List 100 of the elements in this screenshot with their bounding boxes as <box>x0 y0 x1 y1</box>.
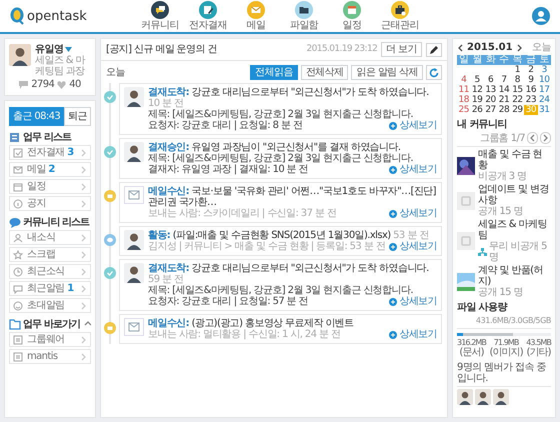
attendance-button[interactable]: 퇴근 <box>64 107 92 126</box>
calendar-day[interactable]: 21 <box>497 95 511 105</box>
list-item[interactable]: 내소식 <box>9 230 91 245</box>
weekday-label: 일 <box>457 55 470 65</box>
calendar-day[interactable]: 13 <box>484 85 498 95</box>
calendar-day[interactable]: 25 <box>457 105 470 115</box>
member-count: 비공개 3 명 <box>478 171 527 182</box>
calendar-day[interactable]: 23 <box>524 95 538 105</box>
nav-button[interactable]: 근태관리 <box>377 1 423 31</box>
calendar-day[interactable]: 15 <box>510 85 524 95</box>
usage-value: 43.5MB <box>526 338 551 347</box>
calendar-day[interactable]: 11 <box>457 85 470 95</box>
notification-text: 결재승인: 유일영 과장님이 "외근신청서"를 결재 하였습니다. <box>148 142 402 153</box>
section-title: 내 커뮤니티 <box>457 119 507 130</box>
calendar-day[interactable]: 27 <box>484 105 498 115</box>
member-count: 공개 15 명 <box>478 206 523 217</box>
weekday-label: 목 <box>510 55 524 65</box>
detail-link[interactable]: 상세보기 <box>389 296 437 307</box>
weekday-label: 금 <box>524 55 538 65</box>
calendar-day[interactable]: 28 <box>497 105 511 115</box>
community-name[interactable]: 업데이트 및 변경사항 <box>478 184 551 206</box>
usage-value: 316.2MB <box>457 338 486 347</box>
user-title: 세일즈 & 마케팅팀 과장 <box>35 55 86 77</box>
calendar-day[interactable]: 14 <box>497 85 511 95</box>
calendar-day[interactable]: 1 <box>510 65 524 75</box>
community-name[interactable]: 매출 및 수금 현황 <box>478 149 551 171</box>
comment-count: 2794 <box>31 79 54 90</box>
list-item[interactable]: 그룹웨어 <box>9 332 91 347</box>
nav-button[interactable]: 커뮤니티 <box>137 1 183 31</box>
member-count: 공개 15 명 <box>478 287 523 298</box>
detail-text: 제목: [세일즈&마케팅팀, 강균호] 2월 3일 현지출근 신청합니다. <box>148 285 413 296</box>
calendar-day[interactable]: 29 <box>510 105 524 115</box>
list-item[interactable]: 스크랩 <box>9 247 91 262</box>
community-name[interactable]: 계약 및 반품(허지) <box>478 265 551 287</box>
logo-text: opentask <box>27 10 87 22</box>
list-item[interactable]: mantis <box>9 349 91 364</box>
list-item[interactable]: 공지 <box>9 196 91 211</box>
usage-label: (기타) <box>526 348 551 358</box>
list-item[interactable]: 최근소식 <box>9 264 91 279</box>
calendar-day[interactable]: 3 <box>538 65 551 75</box>
nav-button[interactable]: 전자결재 <box>185 1 231 31</box>
nav-button[interactable]: 메일 <box>233 1 279 31</box>
detail-link[interactable]: 상세보기 <box>389 241 437 252</box>
notice-title: [공지] 신규 메일 운영의 건 <box>106 44 218 55</box>
nav-button[interactable]: 파일함 <box>281 1 327 31</box>
detail-text: 요청자: 강균호 대리 | 요청일: 57 분 전 <box>148 296 308 307</box>
detail-text: 제목: [세일즈&마케팅팀, 강균호] 2월 3일 현지출근 신청합니다. <box>148 109 413 120</box>
section-title: 커뮤니티 리스트 <box>23 216 90 228</box>
more-button[interactable]: 더 보기 <box>381 42 422 57</box>
section-title: 업무 바로가기 <box>23 318 80 330</box>
detail-text: 요청자: 강균호 대리 | 요청일: 8 분 전 <box>148 120 302 131</box>
list-item[interactable]: 일정 <box>9 179 91 194</box>
usage-label: (이미지) <box>489 348 523 358</box>
calendar-day[interactable]: 19 <box>470 95 484 105</box>
calendar-day[interactable]: 20 <box>484 95 498 105</box>
calendar-day[interactable]: 5 <box>470 75 484 85</box>
calendar-day[interactable]: 24 <box>538 95 551 105</box>
calendar-day[interactable]: 2 <box>524 65 538 75</box>
action-button[interactable]: 읽은 알림 삭제 <box>351 65 423 80</box>
calendar-day[interactable]: 9 <box>524 75 538 85</box>
calendar-day[interactable]: 26 <box>470 105 484 115</box>
calendar-day[interactable]: 12 <box>470 85 484 95</box>
notification-text: 활동: (파일:매출 및 수금현황 SNS(2015년 1월30일).xlsx) 53 분 전 <box>148 230 430 241</box>
weekday-label: 화 <box>484 55 498 65</box>
weekday-label: 토 <box>538 55 551 65</box>
calendar-day[interactable]: 16 <box>524 85 538 95</box>
community-name[interactable]: 세일즈 & 마케팅팀 <box>478 219 551 241</box>
calendar-day[interactable]: 10 <box>538 75 551 85</box>
list-item[interactable]: 메일 2 <box>9 162 91 177</box>
calendar-day[interactable]: 4 <box>457 75 470 85</box>
calendar-day[interactable]: 31 <box>538 105 551 115</box>
attendance-button[interactable]: 출근 08:43 <box>9 107 64 126</box>
pager-text: 그룹홈 1/7 <box>480 132 525 144</box>
detail-text: 결재자: 유일영 과장 | 결재일: 10 분 전 <box>148 164 308 175</box>
calendar-month: 2015.01 <box>467 42 513 53</box>
calendar-day[interactable]: 18 <box>457 95 470 105</box>
calendar-day[interactable]: 22 <box>510 95 524 105</box>
detail-text: 제목: [세일즈&마케팅팀, 강균호] 2월 3일 현지출근 신청합니다. <box>148 153 413 164</box>
action-button[interactable]: 전체삭제 <box>300 65 348 80</box>
notification-text: 메일수신: (광고)(광고) 홍보영상 무료제작 이벤트 <box>148 318 355 329</box>
action-button[interactable]: 전체읽음 <box>250 65 298 80</box>
calendar-day[interactable]: 17 <box>538 85 551 95</box>
usage-total: 431.6MB/3.0GB/5GB <box>476 315 551 326</box>
list-item[interactable]: 초대알림 <box>9 298 91 313</box>
nav-button[interactable]: 일정 <box>329 1 375 31</box>
notification-text: 결재도착: 강균호 대리님으로부터 "외근신청서"가 도착 하였습니다. 59 분 전 <box>148 263 430 285</box>
detail-link[interactable]: 상세보기 <box>389 120 437 131</box>
like-count: 40 <box>69 79 81 90</box>
detail-link[interactable]: 상세보기 <box>389 208 437 219</box>
usage-label: (문서) <box>458 348 485 358</box>
calendar-day[interactable]: 8 <box>510 75 524 85</box>
calendar-day[interactable]: 6 <box>484 75 498 85</box>
online-text: 9명의 멤버가 접속 중입니다. <box>457 362 551 387</box>
calendar-day[interactable]: 7 <box>497 75 511 85</box>
detail-link[interactable]: 상세보기 <box>389 329 437 340</box>
list-item[interactable]: 전자결재 3 <box>9 145 91 160</box>
section-title: 업무 리스트 <box>23 132 72 142</box>
weekday-label: 수 <box>497 55 511 65</box>
list-item[interactable]: 최근알림 1 <box>9 281 91 296</box>
detail-link[interactable]: 상세보기 <box>389 164 437 175</box>
